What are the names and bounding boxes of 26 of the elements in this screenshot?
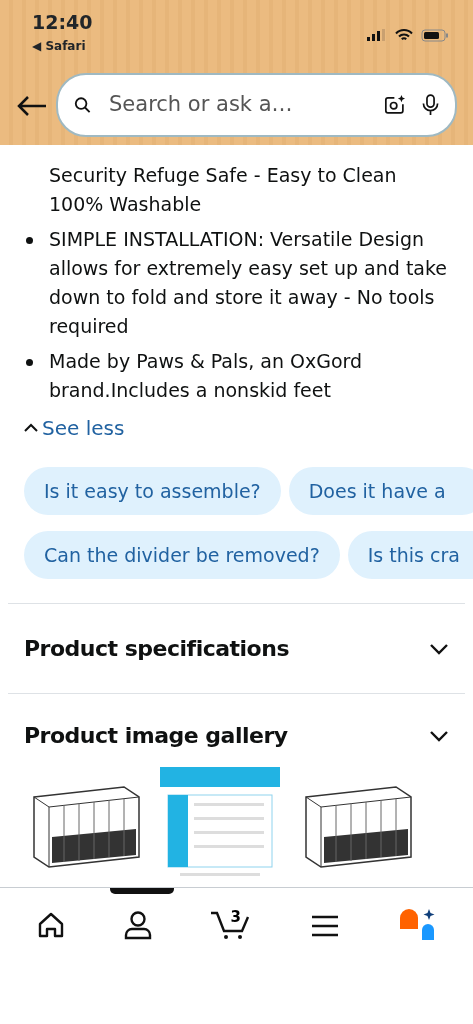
description-text: Security Refuge Safe - Easy to Clean 100% Washable — [49, 163, 398, 217]
battery-icon — [421, 28, 449, 42]
menu-icon[interactable] — [311, 913, 340, 937]
caret-icon — [24, 423, 38, 433]
section-header[interactable]: Product specifications — [8, 603, 465, 693]
description-text: Made by Paws & Pals, an OxGord brand.Includes a nonskid feet — [49, 349, 364, 403]
assistant-icon[interactable] — [397, 908, 436, 942]
search-input[interactable]: Search or ask a… — [107, 88, 368, 122]
section-header[interactable]: Product image gallery — [8, 693, 465, 759]
account-icon[interactable] — [123, 910, 152, 940]
see-less-link[interactable]: See less — [24, 413, 125, 443]
question-chip[interactable]: Is this cra — [347, 531, 473, 579]
back-to-app-link[interactable]: ◀ Safari — [32, 36, 93, 55]
description-text: SIMPLE INSTALLATION: Versatile Design allows for extremely easy set up and take down to fold and store it away - No tools required — [49, 227, 448, 339]
back-button[interactable] — [16, 93, 48, 117]
question-chip[interactable]: Does it have a — [288, 467, 473, 515]
question-chip[interactable]: Is it easy to assemble? — [24, 467, 281, 515]
bullet-icon — [26, 237, 33, 244]
home-icon[interactable] — [37, 911, 66, 939]
bullet-icon — [26, 359, 33, 366]
signal-icon — [367, 29, 387, 41]
search-bar[interactable]: Search or ask a… — [56, 73, 457, 137]
status-time: 12:40 — [32, 10, 93, 35]
cart-count: 3 — [230, 907, 241, 928]
wifi-icon — [395, 28, 413, 42]
question-chip[interactable]: Can the divider be removed? — [24, 531, 340, 579]
